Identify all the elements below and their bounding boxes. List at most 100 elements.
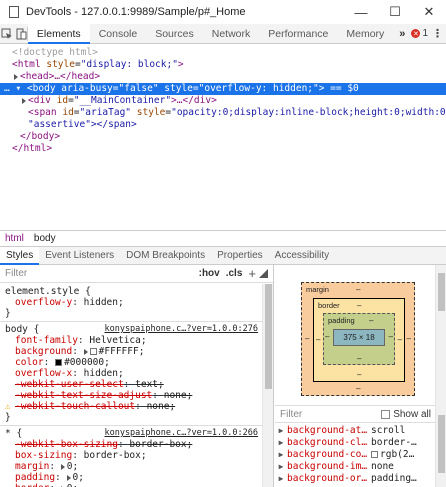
collapse-arrow-icon[interactable]: ▾: [15, 83, 21, 94]
expand-arrow-icon[interactable]: ▶: [275, 425, 287, 437]
dom-node-aria-tag[interactable]: <span id="ariaTag" style="opacity:0;disp…: [0, 107, 446, 119]
tab-sources[interactable]: Sources: [146, 24, 203, 44]
computed-row[interactable]: ▶ background-at… scroll: [275, 425, 435, 437]
tab-memory[interactable]: Memory: [337, 24, 393, 44]
styles-scrollbar-thumb[interactable]: [265, 284, 272, 389]
border-left-value[interactable]: –: [316, 335, 320, 344]
style-declaration[interactable]: color: #000000;: [5, 357, 258, 368]
styles-filter-input[interactable]: Filter: [5, 268, 199, 279]
computed-row[interactable]: ▶ background-cl… border-…: [275, 437, 435, 449]
box-model-padding[interactable]: padding – – – – 375 × 18: [323, 313, 395, 365]
property-value[interactable]: text;: [135, 379, 164, 390]
color-swatch[interactable]: [89, 348, 97, 355]
tab-performance[interactable]: Performance: [259, 24, 337, 44]
expand-arrow-icon[interactable]: [22, 97, 26, 104]
computed-scrollbar-thumb-top[interactable]: [438, 273, 445, 311]
ellipsis-icon[interactable]: …: [4, 83, 10, 94]
expand-arrow-icon[interactable]: [14, 73, 18, 80]
color-swatch[interactable]: [371, 451, 378, 458]
dom-node-head[interactable]: <head>…</head>: [0, 71, 446, 83]
class-toggle[interactable]: .cls: [226, 268, 243, 279]
property-name[interactable]: border: [15, 483, 49, 487]
dom-node-html-close[interactable]: </html>: [0, 143, 446, 155]
style-declaration[interactable]: font-family: Helvetica;: [5, 335, 258, 346]
dom-node-html[interactable]: <html style="display: block;">: [0, 59, 446, 71]
property-value[interactable]: 0;: [67, 461, 78, 472]
property-name[interactable]: -webkit-user-select: [15, 379, 124, 390]
padding-left-value[interactable]: –: [325, 332, 329, 341]
minimize-button[interactable]: —: [344, 0, 378, 24]
dom-node-body[interactable]: … ▾ <body aria-busy="false" style="overf…: [0, 83, 446, 95]
maximize-button[interactable]: ☐: [378, 0, 412, 24]
border-bottom-value[interactable]: –: [357, 370, 361, 379]
box-model-border[interactable]: border – – – – padding – – – – 375 × 18: [313, 298, 405, 382]
expand-arrow-icon[interactable]: [66, 474, 71, 481]
property-name[interactable]: -webkit-touch-callout: [15, 401, 135, 412]
tab-styles[interactable]: Styles: [0, 246, 40, 265]
style-declaration-overridden[interactable]: -webkit-text-size-adjust: none;: [5, 390, 258, 401]
expand-arrow-icon[interactable]: [83, 348, 88, 355]
rule-selector[interactable]: body {: [5, 324, 39, 335]
property-name[interactable]: margin: [15, 461, 49, 472]
computed-row[interactable]: ▶ background-or… padding…: [275, 473, 435, 485]
expand-arrow-icon[interactable]: ▶: [275, 437, 287, 449]
border-top-value[interactable]: –: [357, 301, 361, 310]
dom-node-main-container[interactable]: <div id="__MainContainer">…</div>: [0, 95, 446, 107]
computed-scrollbar-thumb-bottom[interactable]: [438, 415, 445, 473]
property-name[interactable]: -webkit-text-size-adjust: [15, 390, 152, 401]
property-name[interactable]: color: [15, 357, 44, 368]
style-declaration-overridden[interactable]: -webkit-box-sizing: border-box;: [5, 439, 258, 450]
padding-top-value[interactable]: –: [369, 316, 373, 325]
close-button[interactable]: ✕: [412, 0, 446, 24]
dom-node-aria-tag-cont[interactable]: "assertive"></span>: [0, 119, 446, 131]
margin-left-value[interactable]: –: [305, 334, 309, 343]
margin-bottom-value[interactable]: –: [356, 384, 360, 393]
property-value[interactable]: hidden;: [84, 297, 124, 308]
box-model-margin[interactable]: margin – – – – border – – – – padding – …: [301, 282, 415, 396]
rendering-settings-icon[interactable]: [259, 269, 268, 278]
property-value[interactable]: #FFFFFF;: [99, 346, 145, 357]
style-declaration[interactable]: border: 0;: [5, 483, 258, 487]
styles-scrollbar[interactable]: [262, 284, 273, 487]
padding-right-value[interactable]: –: [389, 332, 393, 341]
property-value[interactable]: border-box;: [84, 450, 147, 461]
style-declaration-invalid[interactable]: ⚠ -webkit-touch-callout: none;: [5, 401, 258, 412]
style-declaration[interactable]: padding: 0;: [5, 472, 258, 483]
property-name[interactable]: -webkit-box-sizing: [15, 439, 118, 450]
tab-console[interactable]: Console: [90, 24, 147, 44]
breadcrumb-body[interactable]: body: [29, 233, 61, 244]
tab-properties[interactable]: Properties: [211, 247, 269, 265]
tab-accessibility[interactable]: Accessibility: [269, 247, 335, 265]
expand-arrow-icon[interactable]: ▶: [275, 449, 287, 461]
rule-selector[interactable]: element.style {: [5, 286, 91, 297]
property-name[interactable]: background: [15, 346, 72, 357]
customize-menu-icon[interactable]: ⋮: [432, 27, 446, 40]
style-declaration[interactable]: overflow-y: hidden;: [5, 297, 258, 308]
property-value[interactable]: none;: [164, 390, 193, 401]
stylesheet-link[interactable]: konyspaiphone.c…?ver=1.0.0:276: [104, 324, 258, 335]
expand-arrow-icon[interactable]: ▶: [275, 461, 287, 473]
style-declaration-overridden[interactable]: -webkit-user-select: text;: [5, 379, 258, 390]
property-value[interactable]: hidden;: [84, 368, 124, 379]
box-model-content[interactable]: 375 × 18: [333, 329, 385, 346]
property-name[interactable]: font-family: [15, 335, 78, 346]
tab-event-listeners[interactable]: Event Listeners: [39, 247, 120, 265]
property-value[interactable]: Helvetica;: [89, 335, 146, 346]
dom-node-doctype[interactable]: <!doctype html>: [0, 47, 446, 59]
color-swatch[interactable]: [55, 359, 63, 366]
style-declaration[interactable]: overflow-x: hidden;: [5, 368, 258, 379]
border-right-value[interactable]: –: [398, 335, 402, 344]
more-tabs-button[interactable]: »: [393, 28, 411, 40]
computed-row[interactable]: ▶ background-co… rgb(2…: [275, 449, 435, 461]
margin-right-value[interactable]: –: [407, 334, 411, 343]
tab-elements[interactable]: Elements: [27, 23, 90, 44]
hover-state-toggle[interactable]: :hov: [199, 268, 220, 279]
style-declaration[interactable]: background: #FFFFFF;: [5, 346, 258, 357]
property-value[interactable]: 0;: [67, 483, 78, 487]
tab-network[interactable]: Network: [203, 24, 260, 44]
computed-row[interactable]: ▶ background-im… none: [275, 461, 435, 473]
show-all-checkbox[interactable]: [381, 409, 391, 419]
property-name[interactable]: overflow-x: [15, 368, 72, 379]
property-value[interactable]: 0;: [73, 472, 84, 483]
property-name[interactable]: box-sizing: [15, 450, 72, 461]
